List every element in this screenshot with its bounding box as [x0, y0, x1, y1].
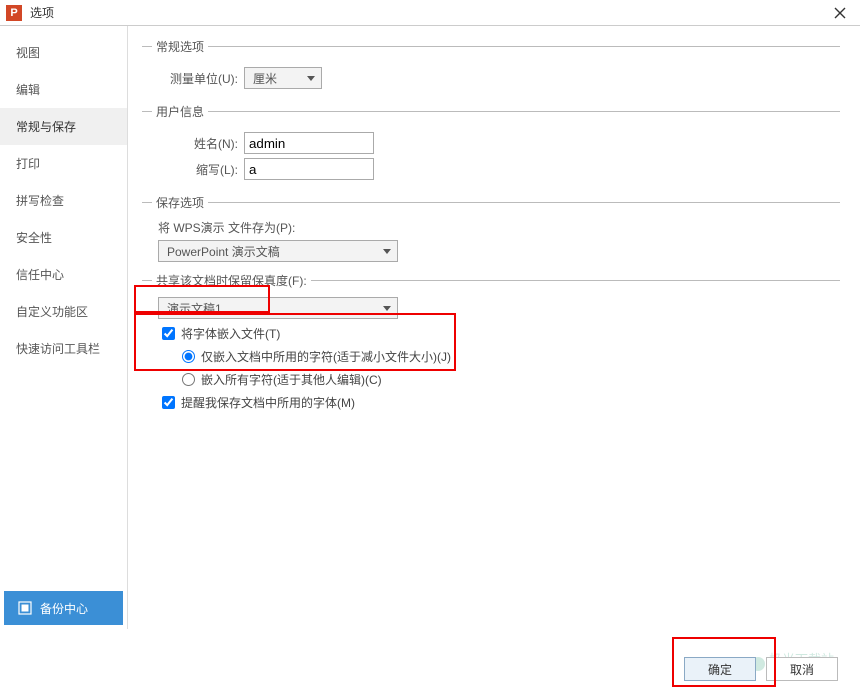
name-input[interactable]: [244, 132, 374, 154]
sidebar-item-trust-center[interactable]: 信任中心: [0, 256, 127, 293]
group-user-info-legend: 用户信息: [152, 103, 208, 120]
close-button[interactable]: [826, 3, 854, 23]
app-icon: P: [6, 5, 22, 21]
chevron-down-icon: [383, 306, 391, 311]
backup-icon: [18, 601, 32, 615]
content-panel: 常规选项 测量单位(U): 厘米 用户信息 姓名(N): 缩写(L): 保存选项: [128, 26, 860, 629]
name-label: 姓名(N):: [152, 135, 238, 152]
footer: 极光下载站 www.xz7.com 确定 取消: [0, 629, 860, 697]
body: 视图 编辑 常规与保存 打印 拼写检查 安全性 信任中心 自定义功能区 快速访问…: [0, 26, 860, 629]
remind-label: 提醒我保存文档中所用的字体(M): [181, 394, 355, 411]
remind-row: 提醒我保存文档中所用的字体(M): [162, 394, 840, 411]
group-general-legend: 常规选项: [152, 38, 208, 55]
remind-checkbox[interactable]: [162, 396, 175, 409]
fidelity-doc-value: 演示文稿1: [167, 300, 222, 317]
group-save-options-legend: 保存选项: [152, 194, 208, 211]
unit-select-value: 厘米: [253, 70, 277, 87]
unit-select[interactable]: 厘米: [244, 67, 322, 89]
sidebar-item-print[interactable]: 打印: [0, 145, 127, 182]
fidelity-doc-select[interactable]: 演示文稿1: [158, 297, 398, 319]
embed-used-chars-radio[interactable]: [182, 350, 195, 363]
group-fidelity: 共享该文档时保留保真度(F): 演示文稿1 将字体嵌入文件(T) 仅嵌入文档中所…: [142, 272, 840, 417]
backup-center-label: 备份中心: [40, 600, 88, 617]
save-as-label: 将 WPS演示 文件存为(P):: [152, 219, 840, 236]
cancel-button[interactable]: 取消: [766, 657, 838, 681]
group-general: 常规选项 测量单位(U): 厘米: [142, 38, 840, 93]
sidebar-item-quick-access[interactable]: 快速访问工具栏: [0, 330, 127, 367]
save-as-select-value: PowerPoint 演示文稿: [167, 243, 280, 260]
embed-used-chars-row: 仅嵌入文档中所用的字符(适于减小文件大小)(J): [182, 348, 840, 365]
sidebar-item-view[interactable]: 视图: [0, 34, 127, 71]
group-save-options: 保存选项 将 WPS演示 文件存为(P): PowerPoint 演示文稿: [142, 194, 840, 262]
abbr-label: 缩写(L):: [152, 161, 238, 178]
chevron-down-icon: [307, 76, 315, 81]
titlebar: P 选项: [0, 0, 860, 26]
group-user-info: 用户信息 姓名(N): 缩写(L):: [142, 103, 840, 184]
sidebar-item-general-save[interactable]: 常规与保存: [0, 108, 127, 145]
embed-all-chars-label: 嵌入所有字符(适于其他人编辑)(C): [201, 371, 382, 388]
close-icon: [834, 7, 846, 19]
save-as-select[interactable]: PowerPoint 演示文稿: [158, 240, 398, 262]
sidebar-item-customize-ribbon[interactable]: 自定义功能区: [0, 293, 127, 330]
sidebar-item-spellcheck[interactable]: 拼写检查: [0, 182, 127, 219]
chevron-down-icon: [383, 249, 391, 254]
embed-fonts-row: 将字体嵌入文件(T): [162, 325, 840, 342]
embed-all-chars-radio[interactable]: [182, 373, 195, 386]
sidebar-item-edit[interactable]: 编辑: [0, 71, 127, 108]
backup-center-button[interactable]: 备份中心: [4, 591, 123, 625]
sidebar: 视图 编辑 常规与保存 打印 拼写检查 安全性 信任中心 自定义功能区 快速访问…: [0, 26, 128, 629]
window-title: 选项: [30, 4, 826, 21]
abbr-input[interactable]: [244, 158, 374, 180]
group-fidelity-legend: 共享该文档时保留保真度(F):: [152, 272, 311, 289]
unit-label: 测量单位(U):: [152, 70, 238, 87]
ok-button[interactable]: 确定: [684, 657, 756, 681]
embed-fonts-checkbox[interactable]: [162, 327, 175, 340]
embed-used-chars-label: 仅嵌入文档中所用的字符(适于减小文件大小)(J): [201, 348, 451, 365]
embed-fonts-label: 将字体嵌入文件(T): [181, 325, 280, 342]
sidebar-item-security[interactable]: 安全性: [0, 219, 127, 256]
embed-all-chars-row: 嵌入所有字符(适于其他人编辑)(C): [182, 371, 840, 388]
